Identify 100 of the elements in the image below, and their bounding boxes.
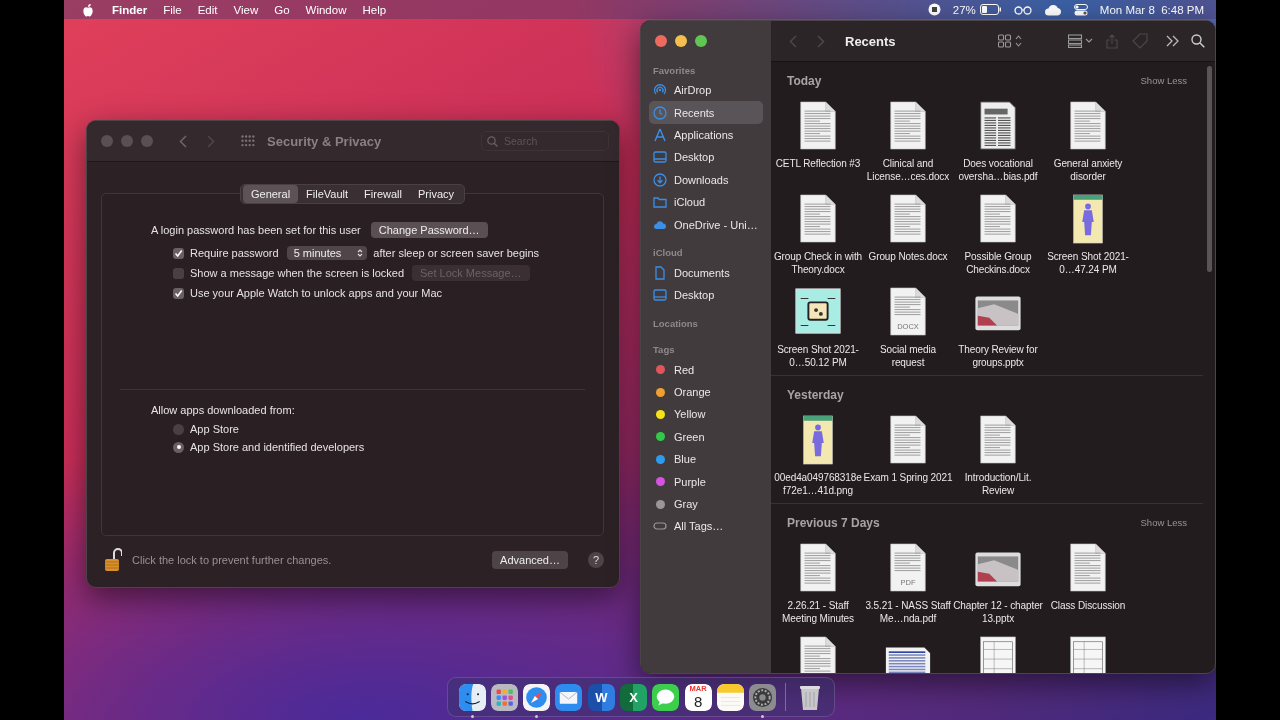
sidebar-item[interactable]: Red <box>649 358 763 381</box>
file-name[interactable]: Group Notes.docx <box>868 250 948 263</box>
tab[interactable]: Privacy <box>410 185 463 203</box>
file-name[interactable]: Social media request <box>863 343 953 369</box>
show-all-grid-icon[interactable] <box>241 135 255 147</box>
radio-label: App Store <box>190 423 239 435</box>
file-name[interactable]: Possible Group Checkins.docx <box>953 250 1043 276</box>
show-less-link[interactable]: Show Less <box>1140 75 1187 86</box>
file-name[interactable]: Group Check in with Theory.docx <box>773 250 863 276</box>
sidebar-item[interactable]: Downloads <box>649 168 763 191</box>
sidebar-item[interactable]: All Tags… <box>649 515 763 538</box>
file-name[interactable]: Chapter 12 - chapter 13.pptx <box>953 599 1043 625</box>
app-grid-icon[interactable] <box>490 683 518 711</box>
radio-button[interactable] <box>173 441 184 453</box>
file-name[interactable]: Theory Review for groups.pptx <box>953 343 1043 369</box>
file-name[interactable]: Exam 1 Spring 2021 <box>863 471 953 484</box>
app-menu[interactable]: Finder <box>104 3 156 16</box>
sidebar-item[interactable]: Desktop <box>649 146 763 169</box>
menu-item[interactable]: Window <box>297 3 355 16</box>
zoom-button[interactable] <box>695 35 707 47</box>
menu-bar-clock[interactable]: Mon Mar 8 6:48 PM <box>1099 3 1204 16</box>
sidebar-heading: iCloud <box>653 247 683 259</box>
chat-bubble-app-icon[interactable] <box>652 683 680 711</box>
section-title: Today <box>787 74 822 88</box>
group-icon[interactable] <box>1068 34 1094 48</box>
sidebar-item[interactable]: Blue <box>649 448 763 471</box>
menu-item[interactable]: View <box>225 3 267 16</box>
checkbox-label: Show a message when the screen is locked <box>190 267 404 279</box>
change-password-button[interactable]: Change Password… <box>370 222 488 238</box>
word-app-icon[interactable]: W <box>587 683 615 711</box>
sidebar-item[interactable]: Yellow <box>649 403 763 426</box>
help-button[interactable]: ? <box>588 552 604 568</box>
file-name[interactable]: Clinical and License…ces.docx <box>863 157 953 183</box>
checkbox[interactable] <box>173 267 184 279</box>
control-center-icon[interactable] <box>1073 3 1088 16</box>
file-name[interactable]: Does vocational oversha…bias.pdf <box>953 157 1043 183</box>
window-title: Security & Privacy <box>267 133 382 149</box>
sidebar-item[interactable]: Documents <box>649 261 763 285</box>
radio-button[interactable] <box>173 423 184 435</box>
advanced-button[interactable]: Advanced… <box>492 551 568 569</box>
diagram-thumbnail <box>794 287 842 337</box>
sidebar-item[interactable]: AirDrop <box>649 79 763 102</box>
sidebar-item[interactable]: Recents <box>649 101 763 124</box>
minimize-button[interactable] <box>675 35 687 47</box>
menu-item[interactable]: Help <box>354 3 395 16</box>
back-icon[interactable] <box>179 134 187 148</box>
more-chevrons-icon[interactable] <box>1166 35 1179 47</box>
section-title: Yesterday <box>787 388 844 402</box>
gear-app-icon[interactable] <box>749 683 777 711</box>
document-icon <box>653 265 667 280</box>
notes-app-icon[interactable] <box>716 683 744 711</box>
sidebar-item[interactable]: Green <box>649 425 763 449</box>
glasses-icon[interactable] <box>1013 4 1032 15</box>
sidebar-item[interactable]: Purple <box>649 470 763 493</box>
file-name[interactable]: Introduction/Lit. Review <box>953 471 1043 497</box>
close-button[interactable] <box>655 35 667 47</box>
clock-icon <box>653 105 667 120</box>
sidebar-item[interactable]: iCloud <box>649 190 763 214</box>
sidebar-item[interactable]: OneDrive - Uni… <box>649 213 763 236</box>
sidebar-item[interactable]: Desktop <box>649 284 763 307</box>
sidebar-heading: Favorites <box>653 64 696 76</box>
compass-app-icon[interactable] <box>523 683 551 711</box>
stop-recording-icon[interactable] <box>927 3 941 16</box>
show-less-link[interactable]: Show Less <box>1140 517 1187 528</box>
file-name[interactable]: CETL Reflection #3 <box>775 157 861 170</box>
checkbox[interactable] <box>173 247 184 259</box>
lock-hint-text: Click the lock to prevent further changes. <box>132 554 332 566</box>
menu-item[interactable]: File <box>155 3 190 16</box>
scrollbar-thumb[interactable] <box>1206 66 1212 272</box>
sidebar-item[interactable]: Applications <box>649 123 763 147</box>
checkbox-label: Require password <box>190 247 279 259</box>
delay-popup[interactable]: 5 minutes <box>286 246 368 260</box>
menu-item[interactable]: Edit <box>189 3 226 16</box>
menu-item[interactable]: Go <box>266 3 298 16</box>
desktop-icon <box>653 288 667 303</box>
allow-apps-label: Allow apps downloaded from: <box>151 404 295 416</box>
file-name[interactable]: Screen Shot 2021-0…47.24 PM <box>1043 250 1133 276</box>
checkbox[interactable] <box>173 287 184 299</box>
file-name[interactable]: 3.5.21 - NASS Staff Me…nda.pdf <box>863 599 953 625</box>
padlock-icon[interactable] <box>104 548 122 572</box>
cloud-icon[interactable] <box>1043 3 1062 16</box>
sidebar-item[interactable]: Gray <box>649 492 763 516</box>
tab[interactable]: Firewall <box>356 185 410 203</box>
sidebar-item[interactable]: Orange <box>649 380 763 404</box>
icon-view-icon[interactable] <box>998 34 1022 48</box>
file-name[interactable]: General anxiety disorder <box>1043 157 1133 183</box>
file-name[interactable]: Screen Shot 2021-0…50.12 PM <box>773 343 863 369</box>
tab[interactable]: FileVault <box>298 185 357 203</box>
battery-icon[interactable] <box>979 4 1002 15</box>
search-icon[interactable] <box>1191 34 1205 48</box>
apple-logo-icon[interactable] <box>82 2 94 17</box>
radio-label: App Store and identified developers <box>190 441 365 453</box>
sidebar-heading: Tags <box>653 344 675 355</box>
login-password-text: A login password has been set for this user <box>151 224 361 236</box>
envelope-app-icon[interactable] <box>555 683 583 711</box>
file-name[interactable]: 00ed4a049768318ef72e1…41d.png <box>773 471 863 497</box>
tab[interactable]: General <box>242 185 299 203</box>
file-name[interactable]: Class Discussion <box>1050 599 1126 612</box>
finder-app-icon[interactable] <box>458 683 486 711</box>
file-name[interactable]: 2.26.21 - Staff Meeting Minutes <box>773 599 863 625</box>
